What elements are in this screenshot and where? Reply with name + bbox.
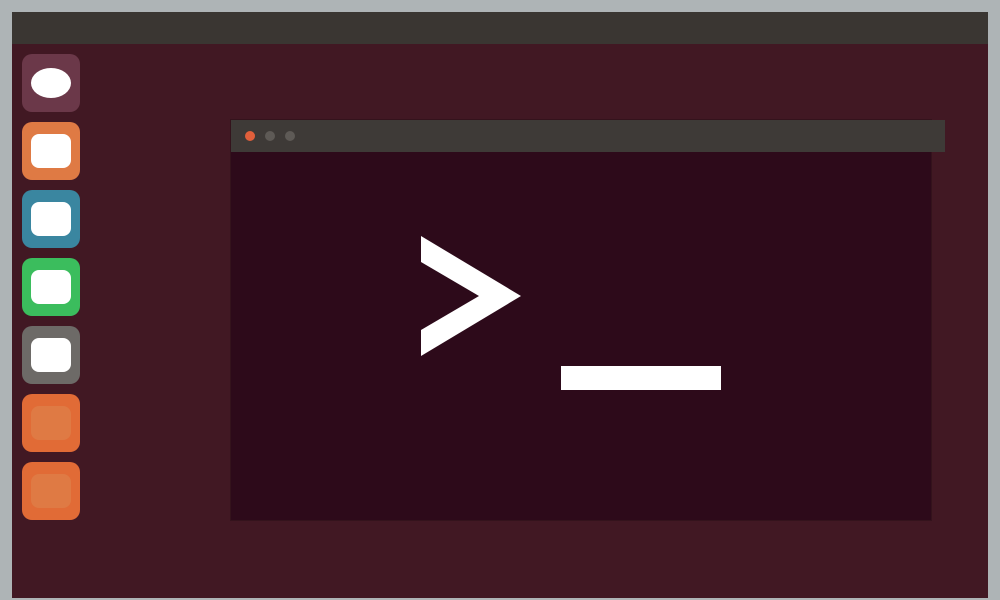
launcher-app-orange-1[interactable] <box>22 122 80 180</box>
app-icon <box>31 406 71 440</box>
launcher-app-orange-3[interactable] <box>22 462 80 520</box>
app-icon <box>31 202 71 236</box>
terminal-titlebar[interactable] <box>231 120 945 152</box>
app-icon <box>31 134 71 168</box>
terminal-body[interactable] <box>231 152 931 520</box>
cursor-underscore-icon <box>561 366 721 390</box>
terminal-prompt-icon <box>421 246 741 426</box>
launcher-app-grey[interactable] <box>22 326 80 384</box>
window-minimize-button[interactable] <box>265 131 275 141</box>
monitor-bezel <box>0 0 1000 600</box>
app-icon <box>31 474 71 508</box>
window-close-button[interactable] <box>245 131 255 141</box>
app-icon <box>31 338 71 372</box>
window-maximize-button[interactable] <box>285 131 295 141</box>
launcher-app-green[interactable] <box>22 258 80 316</box>
launcher-dock <box>12 44 90 598</box>
launcher-dash-home[interactable] <box>22 54 80 112</box>
launcher-app-orange-2[interactable] <box>22 394 80 452</box>
top-panel[interactable] <box>12 12 988 44</box>
desktop <box>12 12 988 598</box>
chevron-right-icon <box>421 236 521 356</box>
launcher-app-blue[interactable] <box>22 190 80 248</box>
terminal-window[interactable] <box>231 120 931 520</box>
app-icon <box>31 270 71 304</box>
ubuntu-dash-icon <box>29 66 73 100</box>
